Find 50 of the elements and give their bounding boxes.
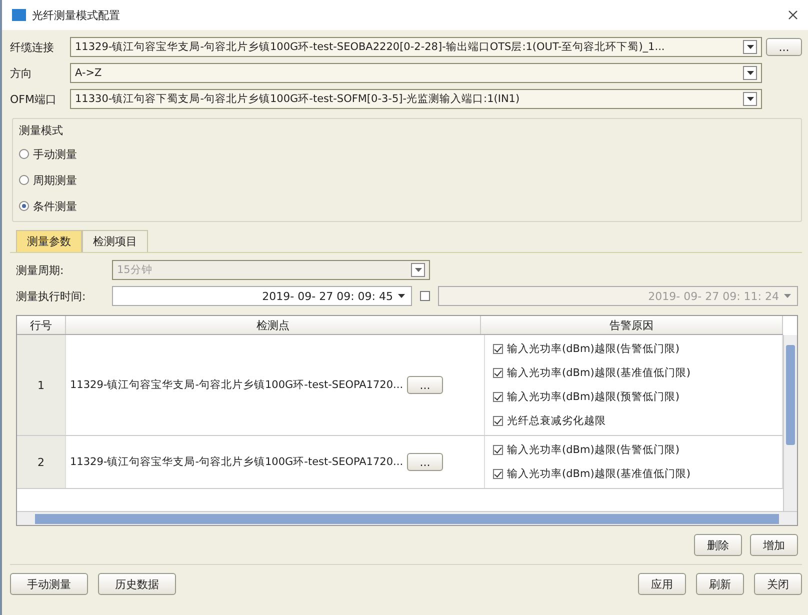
field-label: 纤缆连接 [10,40,55,54]
browse-button[interactable]: ... [407,453,444,471]
exec-time-label: 测量执行时间: [16,288,87,304]
app-icon [12,9,26,21]
alarm-checkbox[interactable]: 输入光功率(dBm)越限(告警低门限) [493,442,680,458]
field-label: 方向 [10,66,33,80]
tab[interactable]: 检测项目 [82,230,148,252]
dropdown-arrow-icon [398,294,405,298]
alarm-checkbox[interactable]: 输入光功率(dBm)越限(基准值低门限) [493,466,690,482]
row-number: 2 [38,456,44,468]
vertical-scrollbar[interactable] [783,335,797,511]
alarm-checkbox[interactable]: 输入光功率(dBm)越限(告警低门限) [493,341,680,357]
close-icon[interactable] [788,10,798,20]
dropdown-arrow-icon [746,45,754,49]
field-label: OFM端口 [10,92,58,106]
table-cell: 11329-镇江句容宝华支局-句容北片乡镇100G环-test-SEOPA1720... [70,455,404,469]
radio-option[interactable]: 手动测量 [19,144,795,164]
browse-button[interactable]: ... [766,38,802,56]
dropdown-arrow-icon [746,97,754,101]
column-header: 行号 [17,316,66,334]
footer-button[interactable]: 历史数据 [98,573,176,595]
dropdown-arrow-icon [784,294,791,298]
footer-button[interactable]: 手动测量 [10,573,88,595]
dropdown-arrow-icon [746,71,754,75]
row-number: 1 [38,378,44,392]
dropdown-field[interactable]: 11329-镇江句容宝华支局-句容北片乡镇100G环-test-SEOBA2220[0-2-28]-输出端口OTS层:1(OUT-至句容北环下蜀)_1... [70,37,762,57]
footer-button[interactable]: 应用 [638,573,686,595]
alarm-checkbox[interactable]: 输入光功率(dBm)越限(预警低门限) [493,389,680,405]
alarm-checkbox[interactable]: 光纤总衰减劣化越限 [493,413,606,429]
column-header: 告警原因 [481,316,783,334]
date-time-field[interactable]: 2019- 09- 27 09: 09: 45 [112,286,412,306]
footer-button[interactable]: 关闭 [754,573,802,595]
tab[interactable]: 测量参数 [16,230,82,252]
dropdown-field[interactable]: 11330-镇江句容下蜀支局-句容北片乡镇100G环-test-SOFM[0-3-5]-光监测输入端口:1(IN1) [70,89,762,109]
window-title: 光纤测量模式配置 [32,8,121,22]
checkbox[interactable] [420,291,430,301]
dropdown-field[interactable]: A->Z [70,63,762,83]
table-action-button[interactable]: 删除 [694,534,742,556]
column-header: 检测点 [66,316,481,334]
alarm-checkbox[interactable]: 输入光功率(dBm)越限(基准值低门限) [493,365,690,381]
footer-button[interactable]: 刷新 [696,573,744,595]
horizontal-scrollbar[interactable] [17,511,797,525]
group-title: 测量模式 [19,123,64,138]
radio-option[interactable]: 条件测量 [19,196,795,216]
table-action-button[interactable]: 增加 [750,534,798,556]
table-cell: 11329-镇江句容宝华支局-句容北片乡镇100G环-test-SEOPA1720... [70,378,404,392]
period-label: 测量周期: [16,262,65,278]
dropdown-arrow-icon [414,268,422,272]
radio-option[interactable]: 周期测量 [19,170,795,190]
browse-button[interactable]: ... [407,376,444,394]
